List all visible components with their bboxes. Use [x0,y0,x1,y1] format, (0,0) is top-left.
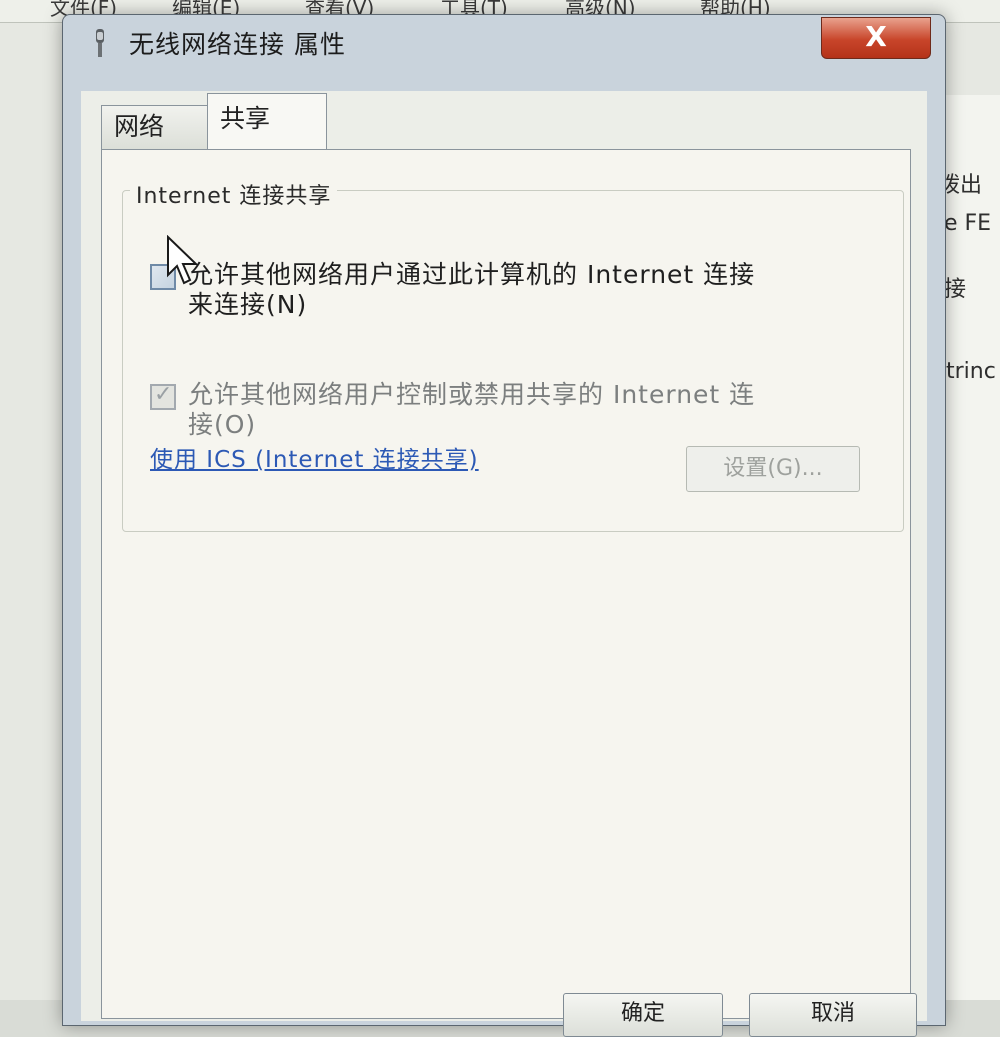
dialog-titlebar[interactable]: 无线网络连接 属性 X [63,15,945,71]
close-button[interactable]: X [821,17,931,59]
dialog-client-area: 网络 共享 Internet 连接共享 允许其他网络用户通过此计算机的 Inte… [81,91,927,1021]
allow-control-checkbox[interactable]: ✓ [150,382,176,410]
properties-dialog: 无线网络连接 属性 X 网络 共享 Internet 连接共享 允许其他网络用户… [62,14,946,1037]
settings-button[interactable]: 设置(G)... [686,446,860,492]
tab-network[interactable]: 网络 [101,105,211,149]
group-legend: Internet 连接共享 [130,178,338,210]
dialog-title: 无线网络连接 属性 [129,30,346,59]
background-text: e FE [944,211,992,236]
background-text: trinc [946,359,996,384]
checkmark-icon: ✓ [154,382,173,407]
sharing-tab-panel: Internet 连接共享 允许其他网络用户通过此计算机的 Internet 连… [101,149,911,1019]
allow-sharing-label-line2[interactable]: 来连接(N) [188,290,307,320]
mouse-pointer-icon [167,235,199,285]
allow-control-label-line2: 接(O) [188,410,257,439]
allow-control-label-line1: 允许其他网络用户控制或禁用共享的 Internet 连 [188,380,756,409]
tab-sharing[interactable]: 共享 [207,93,327,149]
network-adapter-icon [96,29,104,57]
use-ics-link[interactable]: 使用 ICS (Internet 连接共享) [150,440,479,474]
background-connection-list: 拨出 e FE 接 trinc [938,95,1000,1000]
allow-sharing-label-line1[interactable]: 允许其他网络用户通过此计算机的 Internet 连接 [188,260,755,290]
background-text: 接 [944,277,967,302]
